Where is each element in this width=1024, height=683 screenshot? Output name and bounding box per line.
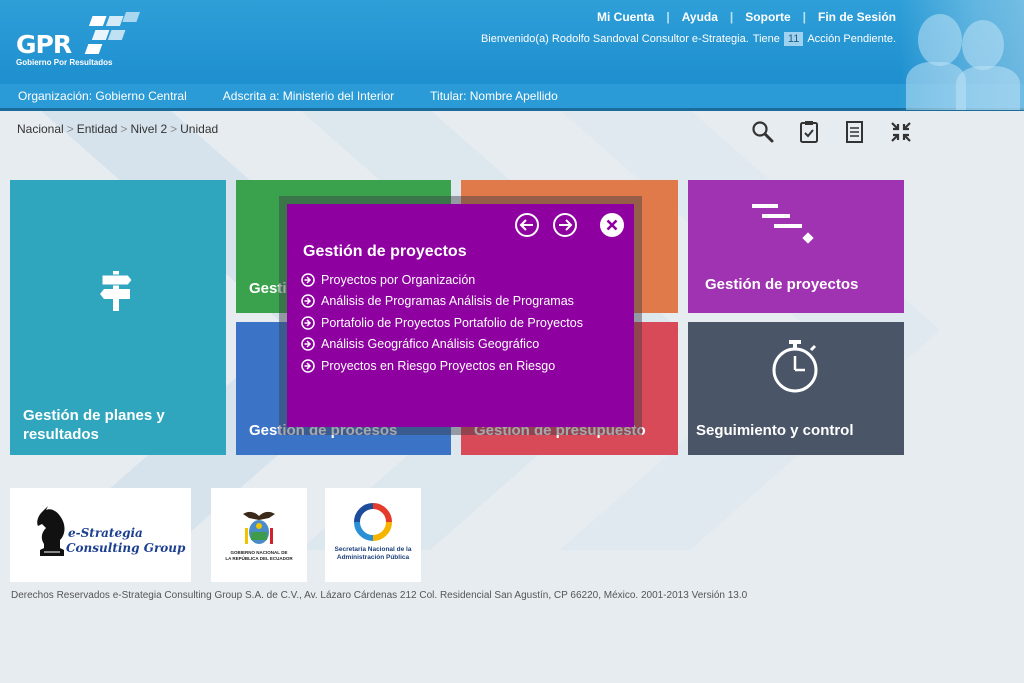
menu-item-proyectos-organizacion[interactable]: Proyectos por Organización <box>301 269 583 291</box>
menu-item-label: Análisis Geográfico Análisis Geográfico <box>321 337 540 352</box>
logo-text: GPR <box>16 30 72 59</box>
popup-title: Gestión de proyectos <box>303 243 467 260</box>
menu-item-label: Portafolio de Proyectos Portafolio de Pr… <box>321 315 583 330</box>
stopwatch-icon <box>772 340 818 393</box>
menu-item-analisis-geografico[interactable]: Análisis Geográfico Análisis Geográfico <box>301 334 583 356</box>
fin-de-sesion-link[interactable]: Fin de Sesión <box>806 10 896 24</box>
breadcrumb-separator: > <box>170 122 178 136</box>
estrategia-line1: e-Strategia <box>68 526 143 540</box>
arrow-left-circle-icon <box>515 213 539 237</box>
clipboard-check-icon <box>800 121 818 143</box>
breadcrumb-item-nivel-2[interactable]: Nivel 2 <box>130 122 167 136</box>
next-button[interactable] <box>552 212 578 238</box>
breadcrumb-item-entidad[interactable]: Entidad <box>77 122 118 136</box>
organization-bar: Organización: Gobierno Central Adscrita … <box>0 84 1024 111</box>
menu-item-portafolio-proyectos[interactable]: Portafolio de Proyectos Portafolio de Pr… <box>301 312 583 334</box>
signpost-icon <box>100 271 133 311</box>
arrow-right-circle-icon <box>553 213 577 237</box>
soporte-link[interactable]: Soporte <box>733 10 802 24</box>
menu-item-label: Proyectos por Organización <box>321 272 476 287</box>
arrow-circle-icon <box>301 316 315 330</box>
gpr-logo[interactable]: GPR Gobierno Por Resultados <box>14 12 144 70</box>
menu-item-label: Análisis de Programas Análisis de Progra… <box>321 294 574 309</box>
clipboard-check-button[interactable] <box>786 118 832 146</box>
tile-label: Gestión de planes y resultados <box>23 407 165 443</box>
ecuador-coat-of-arms-icon <box>243 511 275 544</box>
logo-subtitle: Gobierno Por Resultados <box>16 58 113 67</box>
ecuador-logo[interactable]: GOBIERNO NACIONAL DE LA REPÚBLICA DEL EC… <box>211 488 307 582</box>
senplades-ring-icon <box>354 503 392 541</box>
ecuador-line2: LA REPÚBLICA DEL ECUADOR <box>225 556 293 561</box>
top-links: Mi Cuenta | Ayuda | Soporte | Fin de Ses… <box>585 10 896 24</box>
breadcrumb: Nacional > Entidad > Nivel 2 > Unidad <box>17 122 218 136</box>
tile-seguimiento-control[interactable]: Seguimiento y control <box>688 322 904 455</box>
estrategia-line2: Consulting Group <box>66 541 186 555</box>
pending-suffix: Acción Pendiente. <box>807 33 896 45</box>
search-button[interactable] <box>740 118 786 146</box>
close-icon <box>600 213 624 237</box>
header-people-photo <box>900 0 1024 110</box>
ecuador-line1: GOBIERNO NACIONAL DE <box>230 550 288 555</box>
welcome-text: Bienvenido(a) Rodolfo Sandoval Consultor… <box>480 33 749 45</box>
pending-prefix: Tiene <box>752 33 780 45</box>
top-header: GPR Gobierno Por Resultados Mi Cuenta | … <box>0 0 1024 84</box>
senplades-logo[interactable]: Secretaría Nacional de la Administración… <box>325 488 421 582</box>
toolbar <box>740 118 924 146</box>
pending-count-badge[interactable]: 11 <box>783 32 804 46</box>
adscrita-label: Adscrita a: Ministerio del Interior <box>222 89 395 103</box>
arrow-circle-icon <box>301 273 315 287</box>
menu-item-proyectos-riesgo[interactable]: Proyectos en Riesgo Proyectos en Riesgo <box>301 355 583 377</box>
tile-gestion-proyectos[interactable]: Gestión de proyectos <box>688 180 904 313</box>
breadcrumb-item-unidad: Unidad <box>180 122 219 136</box>
tile-gestion-planes[interactable]: Gestión de planes y resultados <box>10 180 226 455</box>
prev-button[interactable] <box>514 212 540 238</box>
copyright-text: Derechos Reservados e-Strategia Consulti… <box>11 590 748 601</box>
breadcrumb-item-nacional[interactable]: Nacional <box>17 122 64 136</box>
collapse-icon <box>891 122 911 142</box>
tile-label: Seguimiento y control <box>696 422 854 439</box>
collapse-button[interactable] <box>878 118 924 146</box>
gantt-icon <box>752 204 814 244</box>
breadcrumb-separator: > <box>66 122 74 136</box>
proyectos-popup: Gestión de proyectos Proyectos por Organ… <box>287 204 634 427</box>
search-icon <box>752 121 774 143</box>
breadcrumb-separator: > <box>120 122 128 136</box>
menu-item-label: Proyectos en Riesgo Proyectos en Riesgo <box>321 358 556 373</box>
document-icon <box>846 121 863 143</box>
arrow-circle-icon <box>301 359 315 373</box>
senplades-line1: Secretaría Nacional de la <box>334 546 412 553</box>
arrow-circle-icon <box>301 337 315 351</box>
menu-item-analisis-programas[interactable]: Análisis de Programas Análisis de Progra… <box>301 291 583 313</box>
welcome-message: Bienvenido(a) Rodolfo Sandoval Consultor… <box>481 32 896 46</box>
organizacion-label: Organización: Gobierno Central <box>18 89 187 103</box>
estrategia-logo[interactable]: e-Strategia Consulting Group <box>10 488 191 582</box>
arrow-circle-icon <box>301 294 315 308</box>
popup-menu: Proyectos por Organización Análisis de P… <box>301 269 583 377</box>
document-button[interactable] <box>832 118 878 146</box>
tile-label: Gestión de proyectos <box>705 276 859 293</box>
titular-label: Titular: Nombre Apellido <box>430 89 558 103</box>
senplades-line2: Administración Pública <box>336 554 410 561</box>
mi-cuenta-link[interactable]: Mi Cuenta <box>585 10 666 24</box>
close-button[interactable] <box>599 212 625 238</box>
ayuda-link[interactable]: Ayuda <box>670 10 730 24</box>
